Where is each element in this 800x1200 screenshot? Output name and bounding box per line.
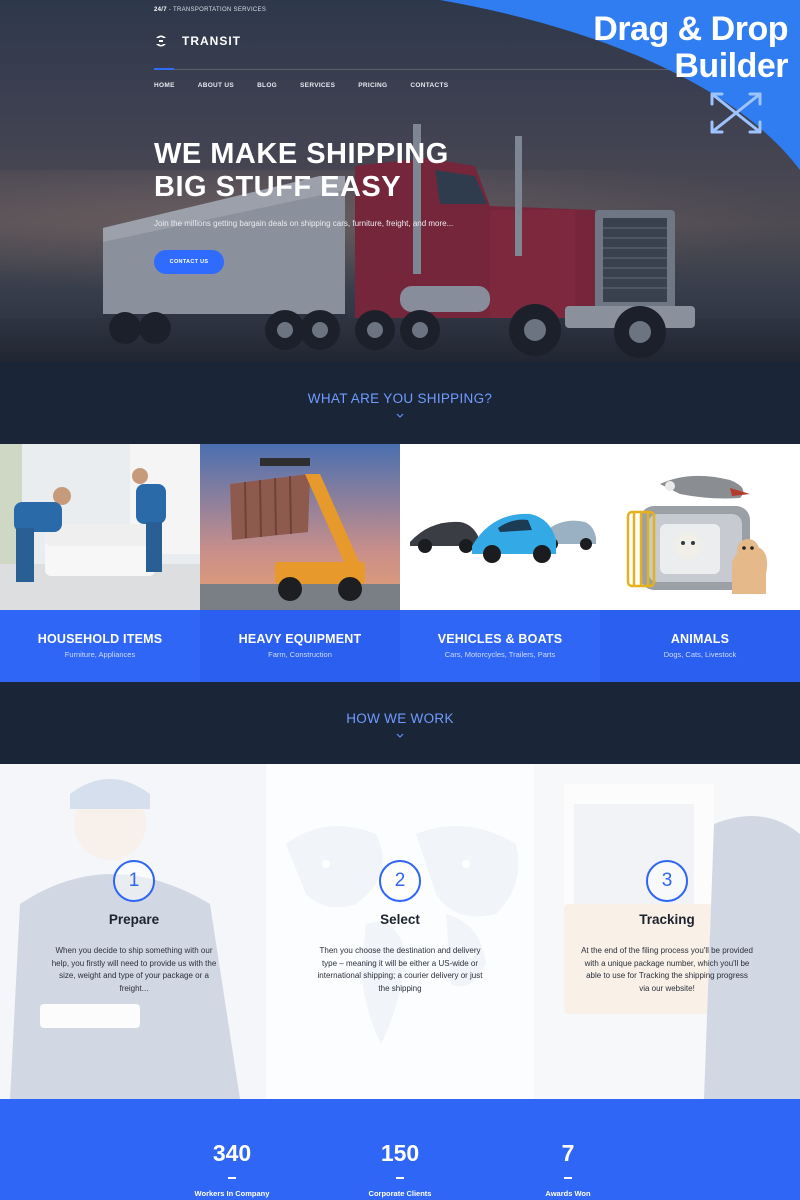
stat-workers: 340 Workers In Company xyxy=(152,1140,312,1198)
category-animals[interactable]: ANIMALS Dogs, Cats, Livestock xyxy=(600,444,800,682)
category-household-items[interactable]: HOUSEHOLD ITEMS Furniture, Appliances xyxy=(0,444,200,682)
how-we-work-section: 1 Prepare When you decide to ship someth… xyxy=(0,764,800,1099)
stat-divider xyxy=(228,1177,236,1179)
category-label-vehicles: VEHICLES & BOATS Cars, Motorcycles, Trai… xyxy=(400,610,600,682)
nav-active-indicator xyxy=(154,68,174,70)
stat-label: Corporate Clients xyxy=(368,1189,432,1198)
nav-services[interactable]: SERVICES xyxy=(300,82,335,89)
category-title: HOUSEHOLD ITEMS xyxy=(37,632,163,646)
stats-section: 340 Workers In Company 150 Corporate Cli… xyxy=(0,1099,800,1200)
drag-drop-builder-badge: Drag & Drop Builder xyxy=(440,0,800,170)
category-subtitle: Furniture, Appliances xyxy=(64,650,136,659)
step-number-badge: 1 xyxy=(113,860,155,902)
step-title: Select xyxy=(380,912,420,927)
step-description: Then you choose the destination and deli… xyxy=(317,946,483,993)
category-image-animals xyxy=(600,444,800,610)
stat-divider xyxy=(564,1177,572,1179)
category-heavy-equipment[interactable]: HEAVY EQUIPMENT Farm, Construction xyxy=(200,444,400,682)
step-description: At the end of the filing process you'll … xyxy=(581,946,753,993)
category-label-household: HOUSEHOLD ITEMS Furniture, Appliances xyxy=(0,610,200,682)
category-subtitle: Cars, Motorcycles, Trailers, Parts xyxy=(444,650,556,659)
topline-rest: - TRANSPORTATION SERVICES xyxy=(166,7,267,13)
nav-blog[interactable]: BLOG xyxy=(257,82,277,89)
move-arrows-icon xyxy=(710,92,762,134)
stat-number: 340 xyxy=(212,1140,252,1166)
badge-line-2: Builder xyxy=(674,47,788,85)
category-image-household xyxy=(0,444,200,610)
shipping-heading: WHAT ARE YOU SHIPPING? xyxy=(307,391,493,406)
category-subtitle: Farm, Construction xyxy=(268,650,332,659)
stat-awards: 7 Awards Won xyxy=(488,1140,648,1198)
stat-number: 7 xyxy=(561,1140,575,1166)
category-image-vehicles xyxy=(400,444,600,610)
hero-title-line-2: BIG STUFF EASY xyxy=(154,171,402,203)
contact-us-button[interactable]: CONTACT US xyxy=(154,250,224,274)
stat-label: Workers In Company xyxy=(194,1189,270,1198)
badge-line-1: Drag & Drop xyxy=(593,10,788,48)
stat-number: 150 xyxy=(380,1140,420,1166)
topline-tagline: 24/7 - TRANSPORTATION SERVICES xyxy=(154,7,266,13)
site-logo[interactable]: TRANSIT xyxy=(154,34,241,48)
category-subtitle: Dogs, Cats, Livestock xyxy=(663,650,737,659)
logo-icon xyxy=(156,35,166,47)
step-select: 2 Select Then you choose the destination… xyxy=(300,860,500,995)
stat-clients: 150 Corporate Clients xyxy=(320,1140,480,1198)
nav-pricing[interactable]: PRICING xyxy=(358,82,387,89)
category-image-heavy xyxy=(200,444,400,610)
step-tracking: 3 Tracking At the end of the filing proc… xyxy=(567,860,767,995)
nav-home[interactable]: HOME xyxy=(154,82,175,89)
step-prepare: 1 Prepare When you decide to ship someth… xyxy=(34,860,234,995)
work-heading-band: HOW WE WORK xyxy=(0,682,800,764)
nav-about-us[interactable]: ABOUT US xyxy=(198,82,234,89)
work-heading: HOW WE WORK xyxy=(346,711,454,726)
hero-subtitle: Join the millions getting bargain deals … xyxy=(154,219,454,228)
topline-strong: 24/7 xyxy=(154,7,167,13)
stat-divider xyxy=(396,1177,404,1179)
category-vehicles-boats[interactable]: VEHICLES & BOATS Cars, Motorcycles, Trai… xyxy=(400,444,600,682)
shipping-categories: HOUSEHOLD ITEMS Furniture, Appliances HE… xyxy=(0,444,800,682)
main-nav: HOME ABOUT US BLOG SERVICES PRICING CONT… xyxy=(154,82,471,89)
shipping-heading-band: WHAT ARE YOU SHIPPING? xyxy=(0,362,800,444)
category-label-heavy: HEAVY EQUIPMENT Farm, Construction xyxy=(200,610,400,682)
stat-label: Awards Won xyxy=(545,1189,591,1198)
step-description: When you decide to ship something with o… xyxy=(51,946,217,993)
step-number-badge: 2 xyxy=(379,860,421,902)
category-title: ANIMALS xyxy=(670,632,730,646)
category-label-animals: ANIMALS Dogs, Cats, Livestock xyxy=(600,610,800,682)
step-number-badge: 3 xyxy=(646,860,688,902)
category-title: VEHICLES & BOATS xyxy=(437,632,563,646)
category-title: HEAVY EQUIPMENT xyxy=(238,632,362,646)
logo-text: TRANSIT xyxy=(182,34,241,48)
step-title: Tracking xyxy=(639,912,695,927)
step-title: Prepare xyxy=(108,912,160,927)
chevron-down-icon xyxy=(396,733,404,738)
chevron-down-icon xyxy=(396,413,404,418)
